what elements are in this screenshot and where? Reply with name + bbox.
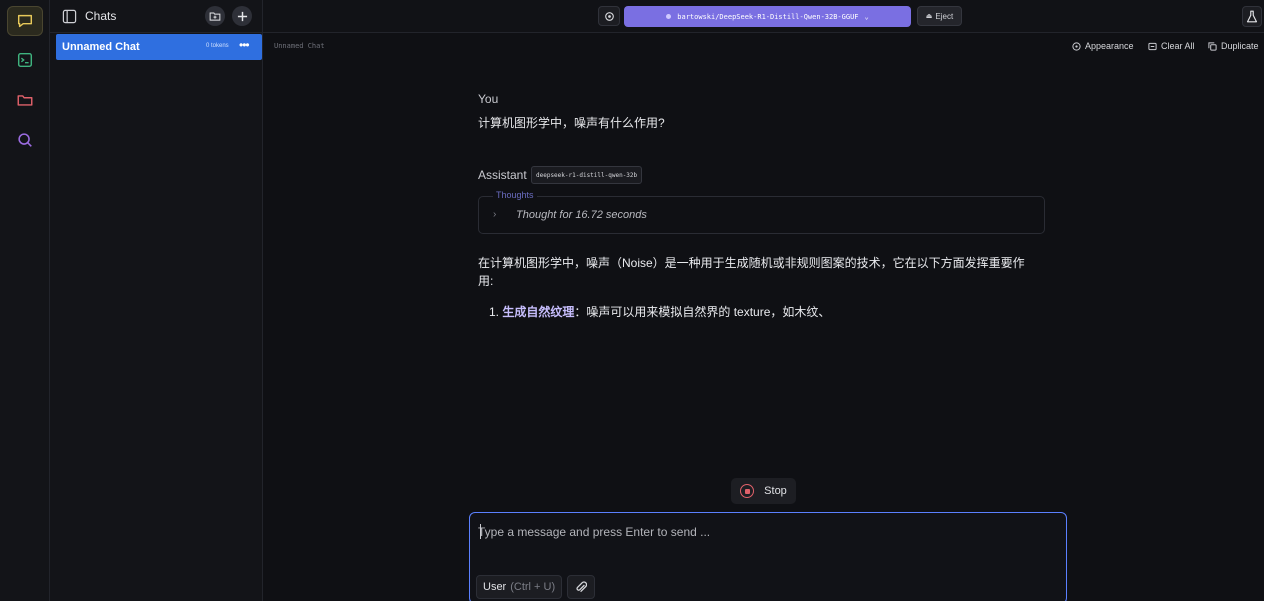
message-composer: User (Ctrl + U) <box>469 512 1067 601</box>
model-settings-button[interactable] <box>598 6 620 26</box>
thoughts-label: Thoughts <box>493 190 537 200</box>
assistant-model-badge: deepseek-r1-distill-qwen-32b <box>531 166 643 184</box>
palette-icon <box>1072 41 1081 51</box>
chat-bubble-icon <box>17 14 33 28</box>
sidebar-toggle-icon[interactable] <box>62 9 77 24</box>
left-rail <box>0 0 50 601</box>
chat-item-name: Unnamed Chat <box>62 41 140 53</box>
attach-file-button[interactable] <box>567 575 595 599</box>
copy-icon <box>1208 41 1217 51</box>
chat-subbar: Unnamed Chat Appearance Clear All Duplic… <box>263 34 1264 60</box>
clear-all-button[interactable]: Clear All <box>1148 41 1195 51</box>
chat-list-item[interactable]: Unnamed Chat 0 tokens ••• <box>56 34 262 60</box>
role-shortcut-hint: (Ctrl + U) <box>510 581 556 593</box>
folder-nav-button[interactable] <box>7 85 43 115</box>
message-input[interactable] <box>478 521 1058 543</box>
clear-all-label: Clear All <box>1161 41 1195 51</box>
chat-item-tokens: 0 tokens <box>206 43 229 49</box>
list-number: 1. <box>489 305 500 319</box>
search-nav-button[interactable] <box>7 125 43 155</box>
chats-sidebar: Chats Unnamed Chat 0 tokens ••• <box>50 0 263 601</box>
new-folder-button[interactable] <box>205 6 225 26</box>
duplicate-button[interactable]: Duplicate <box>1208 41 1259 51</box>
terminal-nav-button[interactable] <box>7 45 43 75</box>
eject-icon: ⏏ <box>925 13 933 20</box>
paperclip-icon <box>576 581 587 592</box>
appearance-button[interactable]: Appearance <box>1072 41 1134 51</box>
chat-nav-button[interactable] <box>7 6 43 36</box>
model-status-icon <box>666 14 672 19</box>
stop-generation-button[interactable]: Stop <box>731 478 796 504</box>
list-item-heading: 生成自然纹理 <box>502 305 575 319</box>
role-toggle-button[interactable]: User (Ctrl + U) <box>476 575 563 599</box>
experiments-button[interactable] <box>1242 6 1262 27</box>
chevron-down-icon: ⌄ <box>864 12 869 21</box>
folder-plus-icon <box>209 12 221 21</box>
thoughts-summary: Thought for 16.72 seconds <box>516 209 647 221</box>
chat-title-label: Unnamed Chat <box>274 42 325 50</box>
folder-icon <box>17 95 33 106</box>
eject-label: Eject <box>935 11 954 21</box>
user-message-text: 计算机图形学中，噪声有什么作用? <box>478 116 665 130</box>
new-chat-button[interactable] <box>232 6 252 26</box>
gear-icon <box>604 11 614 21</box>
sidebar-title: Chats <box>85 9 117 23</box>
appearance-label: Appearance <box>1085 41 1134 51</box>
terminal-icon <box>17 52 33 68</box>
user-role-label: You <box>478 92 499 106</box>
duplicate-label: Duplicate <box>1221 41 1259 51</box>
text-caret <box>480 524 481 539</box>
stop-icon <box>740 484 755 498</box>
model-selector-button[interactable]: bartowski/DeepSeek-R1-Distill-Qwen-32B-G… <box>624 6 911 27</box>
clear-icon <box>1148 42 1157 50</box>
model-name: bartowski/DeepSeek-R1-Distill-Qwen-32B-G… <box>677 12 859 21</box>
more-options-icon[interactable]: ••• <box>239 38 250 52</box>
stop-label: Stop <box>764 485 787 497</box>
top-bar: bartowski/DeepSeek-R1-Distill-Qwen-32B-G… <box>263 0 1264 33</box>
search-icon <box>18 133 32 147</box>
plus-icon <box>237 11 247 21</box>
app-window: Chats Unnamed Chat 0 tokens ••• bartowsk… <box>0 0 1264 601</box>
sidebar-header: Chats <box>50 0 263 33</box>
assistant-answer-text: 在计算机图形学中，噪声（Noise）是一种用于生成随机或非规则图案的技术，它在以… <box>478 256 1025 288</box>
chevron-right-icon[interactable]: › <box>493 209 496 220</box>
beaker-icon <box>1246 10 1258 23</box>
list-item-body: ：噪声可以用来模拟自然界的 texture，如木纹、 <box>574 305 831 319</box>
answer-list-item: 1. 生成自然纹理：噪声可以用来模拟自然界的 texture，如木纹、 <box>489 303 830 320</box>
role-label: User <box>483 581 507 593</box>
assistant-role-label: Assistant <box>478 168 527 182</box>
eject-button[interactable]: ⏏ Eject <box>917 6 962 26</box>
thoughts-panel[interactable]: Thoughts › Thought for 16.72 seconds <box>478 190 1045 234</box>
